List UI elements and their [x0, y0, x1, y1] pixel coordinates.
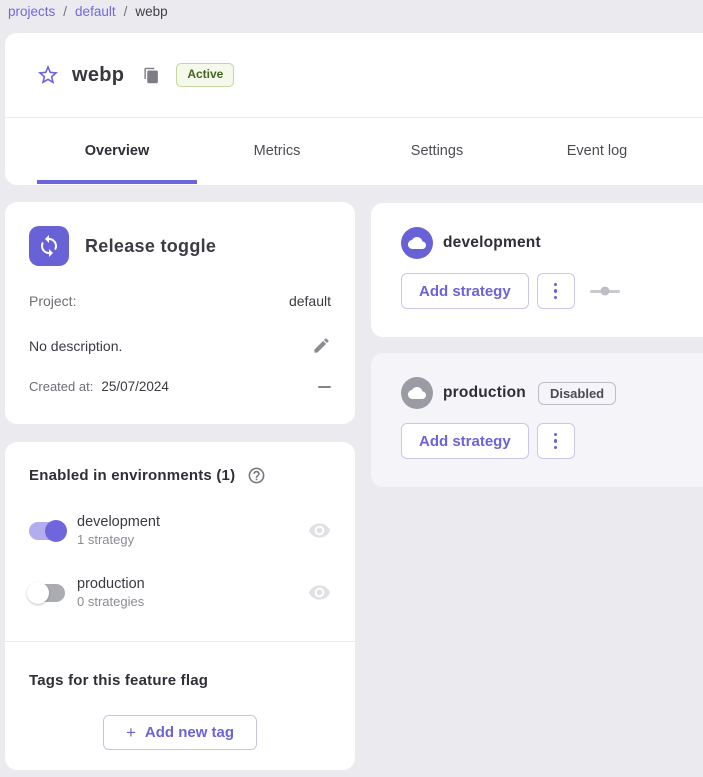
production-visibility-button[interactable] [308, 581, 331, 604]
panel-divider [5, 641, 355, 642]
toggle-thumb [27, 582, 49, 604]
vertical-dots-icon [554, 439, 558, 443]
feature-side-panel: Enabled in environments (1) development … [5, 442, 355, 770]
minus-icon [318, 386, 331, 388]
star-outline-icon [36, 63, 60, 87]
pencil-icon [312, 336, 331, 355]
environment-name: development [77, 514, 160, 530]
tab-event-log[interactable]: Event log [517, 118, 677, 184]
strategy-separator-graphic [590, 290, 620, 293]
eye-icon [308, 581, 331, 604]
collapse-button[interactable] [318, 386, 331, 388]
tab-label: Settings [411, 143, 463, 159]
environment-strategy-count: 0 strategies [77, 594, 145, 609]
tags-title: Tags for this feature flag [5, 672, 355, 689]
copy-name-button[interactable] [142, 66, 160, 84]
environment-name: production [77, 576, 145, 592]
environment-card-title: development [443, 234, 541, 252]
development-toggle[interactable] [29, 522, 65, 540]
add-new-tag-button[interactable]: + Add new tag [103, 715, 257, 750]
environment-strategy-count: 1 strategy [77, 532, 160, 547]
disabled-badge: Disabled [538, 382, 616, 405]
environment-card-development: development Add strategy [371, 203, 703, 337]
eye-icon [308, 519, 331, 542]
copy-icon [143, 67, 160, 84]
add-new-tag-label: Add new tag [145, 724, 234, 741]
environment-row-production: production 0 strategies [5, 576, 355, 609]
breadcrumb-link-projects[interactable]: projects [8, 4, 55, 19]
feature-header-card: webp Active Overview Metrics Settings Ev… [5, 33, 703, 185]
release-toggle-icon-box [29, 226, 69, 266]
project-value: default [289, 293, 331, 309]
breadcrumb-link-default[interactable]: default [75, 4, 116, 19]
vertical-dots-icon [554, 446, 558, 450]
environment-card-production: production Disabled Add strategy [371, 353, 703, 487]
cloud-icon [408, 384, 426, 402]
vertical-dots-icon [554, 433, 558, 437]
add-strategy-button[interactable]: Add strategy [401, 273, 529, 309]
tab-label: Metrics [254, 143, 301, 159]
created-at-row: Created at: 25/07/2024 [29, 379, 331, 394]
feature-meta-card: Release toggle Project: default No descr… [5, 202, 355, 424]
project-row: Project: default [29, 293, 331, 309]
toggle-thumb [45, 520, 67, 542]
feature-type-label: Release toggle [85, 236, 216, 257]
production-toggle[interactable] [29, 584, 65, 602]
development-visibility-button[interactable] [308, 519, 331, 542]
status-badge: Active [176, 63, 234, 86]
feature-title-row: webp Active [5, 33, 703, 118]
production-avatar [401, 377, 433, 409]
breadcrumb-current: webp [135, 4, 167, 19]
more-options-button[interactable] [537, 423, 575, 459]
tab-settings[interactable]: Settings [357, 118, 517, 184]
tab-metrics[interactable]: Metrics [197, 118, 357, 184]
vertical-dots-icon [554, 283, 558, 287]
created-at-label: Created at: [29, 379, 93, 394]
add-strategy-button[interactable]: Add strategy [401, 423, 529, 459]
edit-description-button[interactable] [312, 336, 331, 355]
help-button[interactable] [247, 466, 266, 485]
enabled-environments-title: Enabled in environments (1) [29, 467, 235, 484]
description-text: No description. [29, 338, 122, 354]
vertical-dots-icon [554, 296, 558, 300]
tab-label: Overview [85, 143, 150, 159]
breadcrumb: projects / default / webp [8, 1, 168, 21]
vertical-dots-icon [554, 289, 558, 293]
environment-card-title: production [443, 384, 526, 402]
description-row: No description. [29, 336, 331, 355]
help-circle-icon [247, 466, 266, 485]
breadcrumb-separator: / [63, 4, 67, 19]
tab-label: Event log [567, 143, 627, 159]
development-avatar [401, 227, 433, 259]
created-at-value: 25/07/2024 [101, 379, 169, 394]
active-tab-indicator [37, 180, 197, 184]
tab-overview[interactable]: Overview [37, 118, 197, 184]
more-options-button[interactable] [537, 273, 575, 309]
release-loop-icon [37, 234, 61, 258]
breadcrumb-separator: / [124, 4, 128, 19]
plus-icon: + [126, 724, 136, 741]
favorite-button[interactable] [36, 63, 60, 87]
cloud-icon [408, 234, 426, 252]
page-title: webp [72, 64, 124, 87]
project-label: Project: [29, 293, 76, 309]
feature-tabs: Overview Metrics Settings Event log [5, 118, 703, 184]
environment-row-development: development 1 strategy [5, 514, 355, 547]
